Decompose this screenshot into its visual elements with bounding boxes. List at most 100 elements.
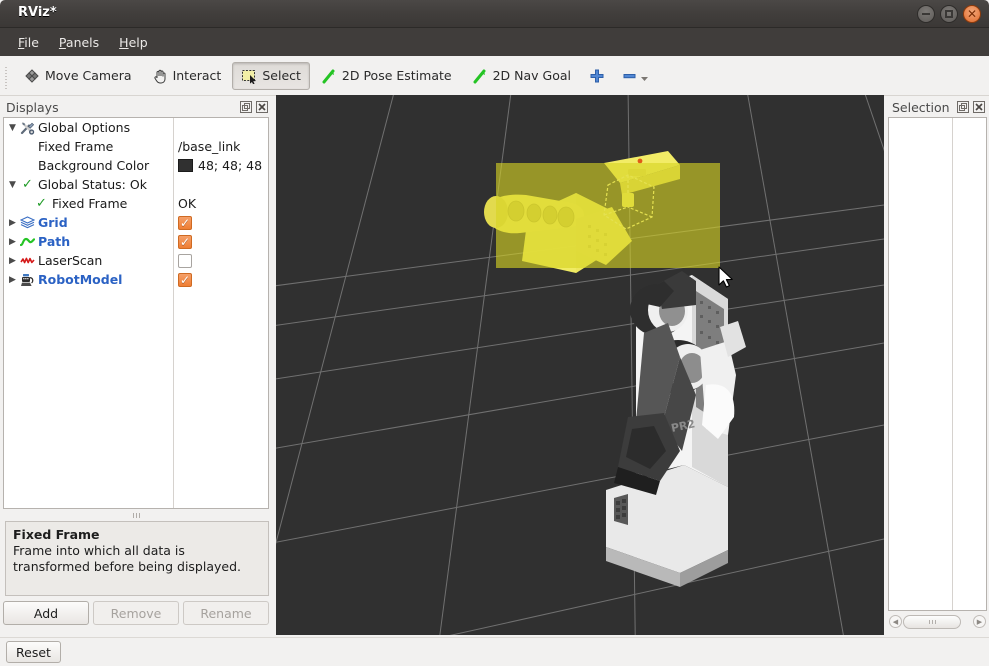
titlebar: RViz* ✕ xyxy=(0,0,989,28)
window-title: RViz* xyxy=(18,5,57,20)
tool-2d-pose-estimate[interactable]: 2D Pose Estimate xyxy=(312,62,461,90)
tree-value-robotmodel[interactable] xyxy=(178,270,192,289)
selection-panel-title: Selection xyxy=(892,100,957,115)
scroll-trough[interactable] xyxy=(902,615,973,629)
laserscan-checkbox[interactable] xyxy=(178,254,192,268)
tree-row-laserscan[interactable]: ▶ LaserScan xyxy=(4,251,268,270)
menu-panels[interactable]: Panels xyxy=(51,32,107,53)
close-panel-icon[interactable] xyxy=(973,101,985,113)
float-panel-icon[interactable] xyxy=(957,101,969,113)
toolbar: Move Camera Interact Select xyxy=(0,56,989,96)
tree-label: Global Status: Ok xyxy=(36,177,268,192)
tree-value-fixed-frame[interactable]: /base_link xyxy=(178,137,240,156)
tree-row-global-status[interactable]: ▼ ✓ Global Status: Ok xyxy=(4,175,268,194)
menu-help-label-rest: elp xyxy=(129,35,148,50)
tool-move-camera[interactable]: Move Camera xyxy=(15,62,141,90)
displays-tree[interactable]: ▼ Global Options Fixed Frame /base_link xyxy=(3,117,269,509)
interact-hand-icon xyxy=(152,68,168,84)
tree-row-background-color[interactable]: Background Color 48; 48; 48 xyxy=(4,156,268,175)
expander-icon[interactable]: ▶ xyxy=(6,275,19,285)
tool-select[interactable]: Select xyxy=(232,62,310,90)
statusbar: Reset xyxy=(0,637,989,666)
robot-model: PR2 xyxy=(606,271,746,587)
scroll-left-arrow[interactable]: ◀ xyxy=(889,615,902,628)
tool-select-label: Select xyxy=(262,68,301,83)
viewport-scene: PR2 xyxy=(276,95,884,635)
property-help-box: Fixed Frame Frame into which all data is… xyxy=(5,521,269,596)
tree-label: Global Options xyxy=(36,120,268,135)
toolbar-drag-handle[interactable] xyxy=(2,63,11,89)
tree-value-fixed-frame-status: OK xyxy=(178,194,196,213)
displays-panel-header-icons xyxy=(240,101,268,113)
mouse-cursor xyxy=(719,267,732,287)
robotmodel-checkbox[interactable] xyxy=(178,273,192,287)
nav-goal-arrow-icon xyxy=(472,68,488,84)
menubar: File Panels Help xyxy=(0,28,989,56)
color-swatch xyxy=(178,159,193,172)
minimize-icon xyxy=(922,13,930,15)
check-green-icon: ✓ xyxy=(33,197,50,210)
tool-interact-label: Interact xyxy=(173,68,222,83)
plus-icon xyxy=(589,68,605,84)
check-green-icon: ✓ xyxy=(19,178,36,191)
tree-row-global-options[interactable]: ▼ Global Options xyxy=(4,118,268,137)
tree-row-robotmodel[interactable]: ▶ RobotModel xyxy=(4,270,268,289)
displays-panel-header: Displays xyxy=(0,97,272,117)
displays-panel-title: Displays xyxy=(6,100,240,115)
tree-value-grid[interactable] xyxy=(178,213,192,232)
selection-horizontal-scrollbar[interactable]: ◀ ▶ xyxy=(888,613,987,630)
grid-checkbox[interactable] xyxy=(178,216,192,230)
help-title: Fixed Frame xyxy=(13,527,261,543)
scroll-right-arrow[interactable]: ▶ xyxy=(973,615,986,628)
expander-icon[interactable]: ▼ xyxy=(6,123,19,133)
selection-panel-header-icons xyxy=(957,101,985,113)
tree-label: LaserScan xyxy=(36,253,268,268)
tree-row-fixed-frame[interactable]: Fixed Frame /base_link xyxy=(4,137,268,156)
tool-move-camera-label: Move Camera xyxy=(45,68,132,83)
chevron-down-icon[interactable] xyxy=(640,71,649,80)
float-panel-icon[interactable] xyxy=(240,101,252,113)
tree-value-laserscan[interactable] xyxy=(178,251,192,270)
3d-viewport[interactable]: PR2 xyxy=(276,95,884,635)
path-icon xyxy=(19,235,36,248)
path-checkbox[interactable] xyxy=(178,235,192,249)
close-icon: ✕ xyxy=(967,8,977,20)
tool-2d-pose-estimate-label: 2D Pose Estimate xyxy=(342,68,452,83)
expander-icon[interactable]: ▶ xyxy=(6,237,19,247)
pose-arrow-icon xyxy=(321,68,337,84)
close-button[interactable]: ✕ xyxy=(963,5,981,23)
robotmodel-icon xyxy=(19,273,36,287)
menu-file-label-rest: ile xyxy=(24,35,39,50)
move-camera-icon xyxy=(24,68,40,84)
minimize-button[interactable] xyxy=(917,5,935,23)
expander-icon[interactable]: ▶ xyxy=(6,218,19,228)
tool-add[interactable] xyxy=(582,62,612,90)
tool-2d-nav-goal[interactable]: 2D Nav Goal xyxy=(463,62,580,90)
menu-help[interactable]: Help xyxy=(111,32,156,53)
tool-remove[interactable] xyxy=(614,62,656,90)
scroll-thumb[interactable] xyxy=(903,615,961,629)
tree-row-path[interactable]: ▶ Path xyxy=(4,232,268,251)
color-value-label: 48; 48; 48 xyxy=(198,158,262,173)
tree-row-fixed-frame-status[interactable]: ✓ Fixed Frame OK xyxy=(4,194,268,213)
selection-column-splitter[interactable] xyxy=(952,118,953,610)
expander-icon[interactable]: ▼ xyxy=(6,180,19,190)
maximize-button[interactable] xyxy=(940,5,958,23)
rviz-window: RViz* ✕ File Panels Help xyxy=(0,0,989,666)
add-button[interactable]: Add xyxy=(3,601,89,625)
reset-button[interactable]: Reset xyxy=(6,641,61,663)
expander-icon[interactable]: ▶ xyxy=(6,256,19,266)
help-description: Frame into which all data is transformed… xyxy=(13,543,261,575)
tree-row-grid[interactable]: ▶ Grid xyxy=(4,213,268,232)
tree-label: Path xyxy=(36,234,268,249)
close-panel-icon[interactable] xyxy=(256,101,268,113)
tools-icon xyxy=(19,121,36,135)
menu-file[interactable]: File xyxy=(10,32,47,53)
tree-value-background-color[interactable]: 48; 48; 48 xyxy=(178,156,262,175)
panel-splitter-handle[interactable] xyxy=(0,511,272,519)
tree-value-path[interactable] xyxy=(178,232,192,251)
selection-table[interactable] xyxy=(888,117,987,611)
menu-panels-label-rest: anels xyxy=(66,35,99,50)
tool-2d-nav-goal-label: 2D Nav Goal xyxy=(493,68,571,83)
tool-interact[interactable]: Interact xyxy=(143,62,231,90)
